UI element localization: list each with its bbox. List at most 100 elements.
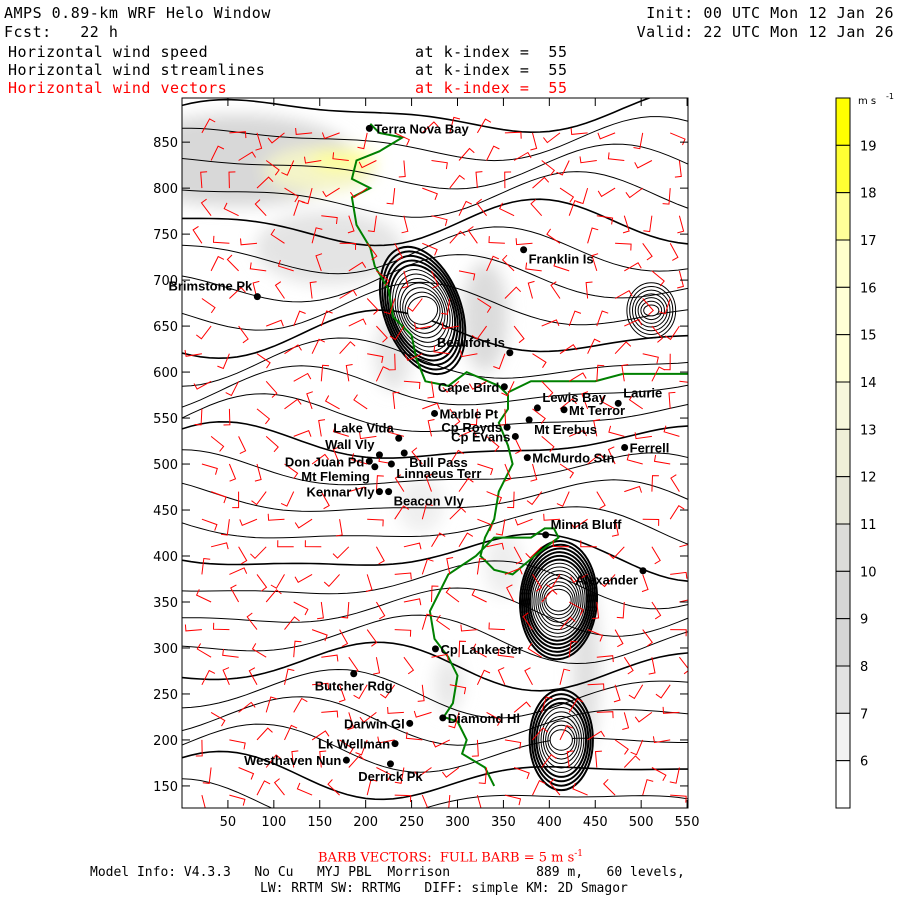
- wind-barb: [284, 344, 302, 355]
- wind-barb: [238, 767, 255, 780]
- wind-barb: [431, 215, 448, 227]
- wind-barb: [210, 542, 229, 550]
- wind-barb: [394, 629, 412, 637]
- location-label: Mt Erebus: [534, 422, 597, 437]
- colorbar: 19 18 17 16 15 14 13 12 11 10 9 8 7 6 m s -1: [835, 92, 894, 809]
- wind-barb: [642, 353, 659, 364]
- wind-barb: [507, 491, 515, 509]
- wind-barb: [250, 546, 267, 560]
- wind-barb: [488, 236, 505, 244]
- wind-barb: [630, 739, 644, 756]
- wind-barb: [585, 281, 593, 299]
- wind-barb: [641, 574, 649, 593]
- wind-barb: [251, 491, 267, 506]
- physics-info: LW: RRTM SW: RRTMG DIFF: simple KM: 2D S…: [260, 881, 628, 896]
- wind-barb: [201, 463, 218, 475]
- wind-barb: [634, 160, 653, 169]
- wind-barb: [392, 391, 400, 409]
- wind-barb: [515, 238, 533, 246]
- vortex-streamline: [549, 729, 573, 751]
- location-label: Ferrell: [630, 440, 670, 455]
- wind-barb: [422, 402, 440, 410]
- wind-barb: [293, 640, 302, 658]
- location-dot: [365, 124, 373, 132]
- streamline: [182, 778, 688, 808]
- y-tick-label: 450: [153, 504, 178, 519]
- location-label: Butcher Rdg: [315, 679, 393, 694]
- wind-barb: [294, 573, 313, 583]
- wind-barb: [192, 225, 203, 244]
- wind-barb: [228, 463, 237, 482]
- colorbar-label: 8: [860, 660, 868, 675]
- y-tick-label: 550: [153, 412, 178, 427]
- wind-barb: [229, 567, 248, 575]
- streamline: [182, 420, 688, 459]
- location-label: Lk Wellman: [318, 737, 390, 752]
- wind-barb: [628, 684, 644, 700]
- y-tick-label: 250: [153, 688, 178, 703]
- wind-barb: [294, 518, 313, 529]
- colorbar-label: 18: [860, 187, 877, 202]
- wind-barb: [184, 349, 202, 357]
- colorbar-label: 14: [860, 376, 877, 391]
- wind-barb: [614, 739, 629, 755]
- colorbar-box: [835, 97, 851, 146]
- wind-barb: [324, 395, 340, 410]
- wind-barb: [670, 132, 686, 146]
- wind-barb: [445, 586, 460, 603]
- location-label: Don Juan Pd: [285, 454, 365, 469]
- y-tick-label: 750: [153, 228, 178, 243]
- location-label: Cp Lankester: [440, 642, 522, 657]
- wind-barb: [651, 546, 661, 565]
- location-label: Terra Nova Bay: [374, 121, 469, 136]
- wind-barb: [568, 372, 587, 382]
- location-dot: [385, 488, 393, 496]
- y-tick-label: 700: [153, 274, 178, 289]
- wind-barb: [427, 419, 435, 437]
- wind-barb: [449, 174, 466, 189]
- wind-barb: [497, 667, 506, 686]
- wind-barb: [458, 532, 474, 548]
- wind-barb: [403, 380, 421, 389]
- y-tick-label: 500: [153, 458, 178, 473]
- x-tick-label: 300: [445, 815, 470, 830]
- x-tick-label: 550: [675, 815, 700, 830]
- y-tick-label: 350: [153, 596, 178, 611]
- location-dot: [523, 454, 531, 462]
- wind-barb: [602, 778, 616, 796]
- location-dot: [520, 246, 528, 254]
- wind-barb: [321, 710, 339, 718]
- x-tick-label: 350: [491, 815, 516, 830]
- wind-barb: [195, 325, 212, 340]
- model-info: Model Info: V4.3.3 No Cu MYJ PBL Morriso…: [90, 865, 685, 880]
- wind-barb: [532, 353, 547, 368]
- wind-barb: [394, 572, 412, 580]
- colorbar-label: 16: [860, 281, 877, 296]
- wind-barb: [596, 711, 614, 719]
- wind-barb: [341, 601, 350, 619]
- wind-barb: [499, 202, 515, 217]
- wind-barb: [431, 160, 448, 170]
- wind-barb: [622, 712, 630, 730]
- wind-barb: [327, 779, 340, 796]
- wind-barb: [524, 667, 533, 686]
- wind-barb: [366, 298, 379, 315]
- x-tick-label: 150: [307, 815, 332, 830]
- wind-barb: [320, 364, 330, 382]
- wind-barb: [210, 711, 226, 727]
- wind-barb: [662, 188, 671, 205]
- wind-barb: [317, 601, 324, 620]
- colorbar-label: 6: [860, 755, 868, 770]
- location-dot: [375, 451, 383, 459]
- wind-barb: [403, 656, 415, 675]
- wind-barb: [643, 215, 653, 233]
- vortex-streamline: [643, 304, 660, 317]
- wind-barb: [293, 430, 312, 437]
- wind-barb: [196, 643, 212, 658]
- wind-barb: [642, 779, 654, 796]
- wind-barb: [677, 270, 685, 289]
- wind-barb: [608, 425, 625, 437]
- wind-barb: [556, 160, 570, 176]
- wind-barb: [311, 629, 328, 642]
- location-dot: [391, 740, 399, 748]
